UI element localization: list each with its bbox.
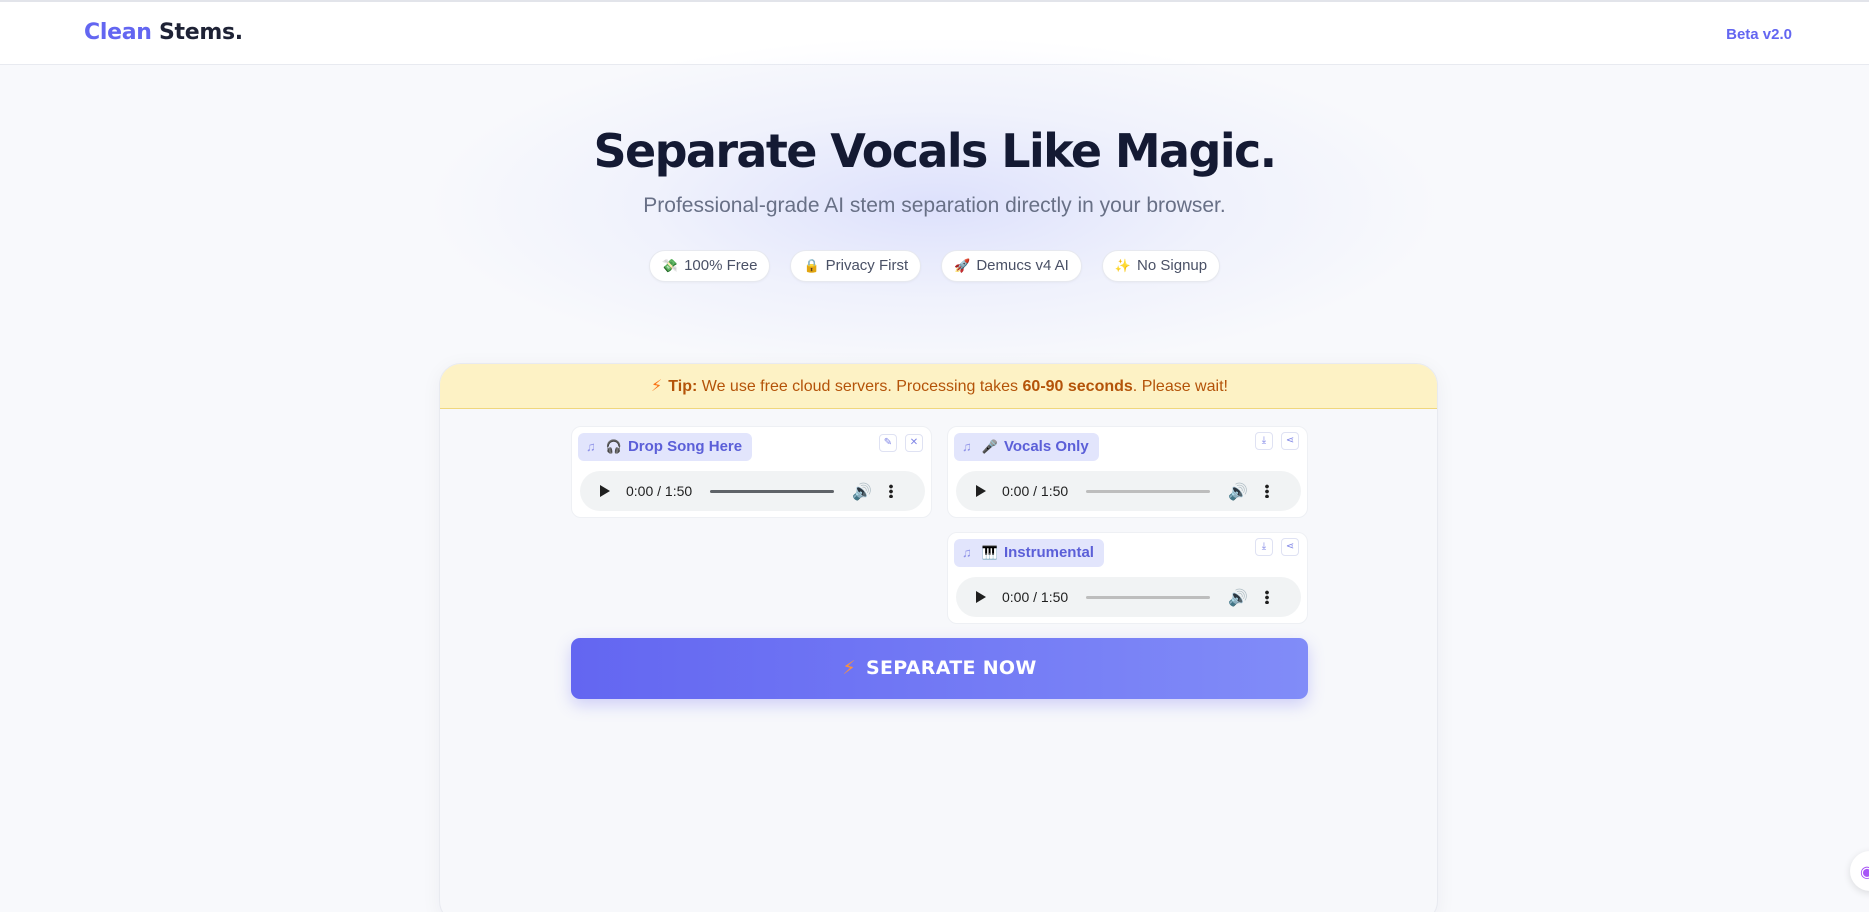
- lightning-icon: ⚡: [842, 657, 857, 679]
- play-icon[interactable]: [976, 591, 986, 603]
- drop-song-label[interactable]: ♫ 🎧 Drop Song Here: [578, 433, 753, 461]
- download-icon[interactable]: ⤓: [1255, 432, 1273, 450]
- logo-word-stems: Stems.: [158, 20, 243, 45]
- time-display: 0:00 / 1:50: [1002, 589, 1069, 605]
- download-icon[interactable]: ⤓: [1255, 538, 1273, 556]
- microphone-icon: 🎤: [981, 439, 998, 454]
- music-note-icon: ♫: [962, 545, 972, 560]
- music-note-icon: ♫: [586, 439, 596, 454]
- seek-bar[interactable]: [1086, 596, 1210, 599]
- money-icon: 💸: [661, 258, 679, 273]
- vocals-audio-player[interactable]: 0:00 / 1:50 🔊: [956, 471, 1301, 511]
- volume-icon[interactable]: 🔊: [852, 482, 872, 502]
- more-vertical-icon[interactable]: [1265, 590, 1269, 604]
- volume-icon[interactable]: 🔊: [1228, 482, 1248, 502]
- hero-title: Separate Vocals Like Magic.: [593, 124, 1277, 178]
- piano-icon: 🎹: [981, 545, 998, 560]
- badge-label: Privacy First: [825, 257, 909, 274]
- share-icon[interactable]: ⋖: [1281, 538, 1299, 556]
- headphones-icon: 🎧: [605, 439, 622, 454]
- badge-no-signup: ✨ No Signup: [1101, 250, 1221, 282]
- time-display: 0:00 / 1:50: [626, 483, 693, 499]
- vocals-panel: ♫ 🎤 Vocals Only ⤓ ⋖ 0:00 / 1:50 🔊: [947, 426, 1308, 518]
- feature-badges: 💸 100% Free 🔒 Privacy First 🚀 Demucs v4 AI …: [0, 250, 1869, 282]
- time-display: 0:00 / 1:50: [1002, 483, 1069, 499]
- close-icon[interactable]: ✕: [905, 434, 923, 452]
- sparkles-icon: ✨: [1114, 258, 1132, 273]
- logo[interactable]: Clean Stems.: [84, 20, 243, 45]
- input-panel[interactable]: ♫ 🎧 Drop Song Here ✎ ✕ 0:00 / 1:50 🔊: [571, 426, 932, 518]
- seek-bar[interactable]: [710, 490, 834, 493]
- widget-icon: ◉: [1860, 864, 1869, 881]
- drop-song-text: Drop Song Here: [627, 438, 743, 455]
- vocals-text: Vocals Only: [1003, 438, 1089, 455]
- hero-subtitle: Professional-grade AI stem separation di…: [643, 194, 1226, 217]
- floating-widget-button[interactable]: ◉: [1850, 851, 1869, 891]
- play-icon[interactable]: [976, 485, 986, 497]
- badge-label: 100% Free: [684, 257, 758, 274]
- badge-privacy: 🔒 Privacy First: [790, 250, 922, 282]
- pencil-icon[interactable]: ✎: [879, 434, 897, 452]
- separate-now-button[interactable]: ⚡ SEPARATE NOW: [571, 638, 1308, 699]
- badge-label: No Signup: [1137, 257, 1208, 274]
- badge-label: Demucs v4 AI: [976, 257, 1069, 274]
- lightning-icon: ⚡: [651, 378, 663, 395]
- play-icon[interactable]: [600, 485, 610, 497]
- seek-bar[interactable]: [1086, 490, 1210, 493]
- badge-free: 💸 100% Free: [648, 250, 771, 282]
- more-vertical-icon[interactable]: [1265, 484, 1269, 498]
- share-icon[interactable]: ⋖: [1281, 432, 1299, 450]
- version-badge: Beta v2.0: [1726, 26, 1792, 43]
- vocals-label: ♫ 🎤 Vocals Only: [954, 433, 1099, 461]
- tip-text: We use free cloud servers. Processing ta…: [701, 378, 1019, 395]
- volume-icon[interactable]: 🔊: [1228, 588, 1248, 608]
- music-note-icon: ♫: [962, 439, 972, 454]
- separator-card: ⚡ Tip: We use free cloud servers. Process…: [439, 363, 1438, 912]
- tip-highlight: 60-90 seconds: [1022, 378, 1133, 395]
- instrumental-label: ♫ 🎹 Instrumental: [954, 539, 1104, 567]
- tip-banner: ⚡ Tip: We use free cloud servers. Process…: [440, 364, 1437, 409]
- instrumental-audio-player[interactable]: 0:00 / 1:50 🔊: [956, 577, 1301, 617]
- tip-lead: Tip:: [668, 378, 698, 395]
- badge-demucs: 🚀 Demucs v4 AI: [941, 250, 1082, 282]
- rocket-icon: 🚀: [954, 258, 971, 273]
- lock-icon: 🔒: [803, 258, 820, 273]
- more-vertical-icon[interactable]: [889, 484, 893, 498]
- tip-text-end: . Please wait!: [1132, 378, 1228, 395]
- logo-word-clean: Clean: [84, 20, 152, 45]
- separate-now-label: SEPARATE NOW: [866, 657, 1037, 679]
- instrumental-panel: ♫ 🎹 Instrumental ⤓ ⋖ 0:00 / 1:50 🔊: [947, 532, 1308, 624]
- instrumental-text: Instrumental: [1003, 544, 1094, 561]
- input-audio-player[interactable]: 0:00 / 1:50 🔊: [580, 471, 925, 511]
